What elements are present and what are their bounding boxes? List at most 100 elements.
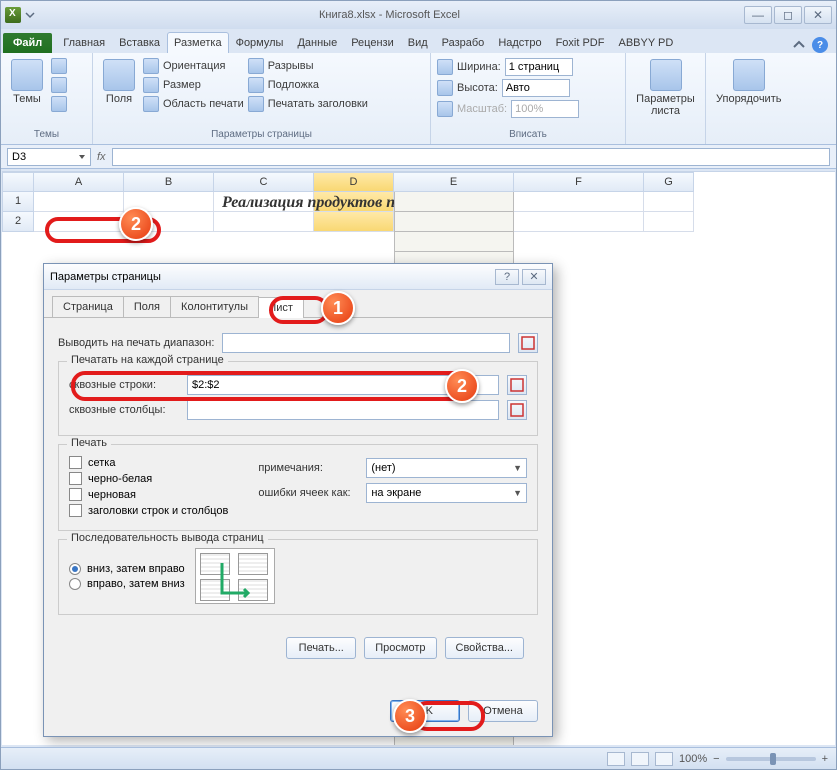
zoom-in-button[interactable]: + — [822, 753, 828, 765]
col-header-d[interactable]: D — [314, 172, 394, 192]
select-all-corner[interactable] — [2, 172, 34, 192]
file-tab[interactable]: Файл — [3, 33, 52, 53]
group-scale-label: Вписать — [437, 127, 619, 140]
tab-home[interactable]: Главная — [56, 32, 112, 53]
dialog-close-button[interactable]: ✕ — [522, 269, 546, 285]
dialog-tab-sheet[interactable]: Лист — [258, 297, 304, 318]
orientation-button[interactable]: Ориентация — [143, 57, 244, 75]
margins-button[interactable]: Поля — [99, 57, 139, 107]
zoom-out-button[interactable]: − — [713, 753, 719, 765]
order-over-radio[interactable] — [69, 578, 81, 590]
height-input[interactable] — [502, 79, 570, 97]
properties-button[interactable]: Свойства... — [445, 637, 524, 659]
col-header-f[interactable]: F — [514, 172, 644, 192]
sheet-options-button[interactable]: Параметры листа — [632, 57, 699, 119]
tab-view[interactable]: Вид — [401, 32, 435, 53]
tab-page-layout[interactable]: Разметка — [167, 32, 229, 53]
theme-colors-button[interactable] — [51, 57, 67, 75]
tab-foxit[interactable]: Foxit PDF — [549, 32, 612, 53]
zoom-level: 100% — [679, 753, 707, 765]
effects-icon — [51, 96, 67, 112]
col-header-b[interactable]: B — [124, 172, 214, 192]
minimize-button[interactable]: — — [744, 6, 772, 24]
tab-data[interactable]: Данные — [290, 32, 344, 53]
themes-button[interactable]: Темы — [7, 57, 47, 107]
fx-icon[interactable]: fx — [97, 151, 106, 163]
cols-repeat-input[interactable] — [187, 400, 499, 420]
page-break-view-button[interactable] — [655, 752, 673, 766]
page-layout-view-button[interactable] — [631, 752, 649, 766]
tab-review[interactable]: Рецензи — [344, 32, 401, 53]
cols-repeat-label: сквозные столбцы: — [69, 404, 179, 416]
dialog-help-button[interactable]: ? — [495, 269, 519, 285]
cols-repeat-picker-button[interactable] — [507, 400, 527, 420]
dialog-titlebar[interactable]: Параметры страницы ? ✕ — [44, 264, 552, 290]
callout-1: 1 — [321, 291, 355, 325]
width-input[interactable] — [505, 58, 573, 76]
minimize-ribbon-icon[interactable] — [792, 38, 806, 52]
callout-3: 3 — [393, 699, 427, 733]
dialog-tabs: Страница Поля Колонтитулы Лист — [44, 290, 552, 318]
bw-checkbox[interactable] — [69, 472, 82, 485]
tab-developer[interactable]: Разрабо — [435, 32, 492, 53]
theme-effects-button[interactable] — [51, 95, 67, 113]
formula-input[interactable] — [112, 148, 830, 166]
col-header-a[interactable]: A — [34, 172, 124, 192]
col-header-c[interactable]: C — [214, 172, 314, 192]
maximize-button[interactable]: ◻ — [774, 6, 802, 24]
print-area-button[interactable]: Область печати — [143, 95, 244, 113]
name-box[interactable]: D3 — [7, 148, 91, 166]
size-button[interactable]: Размер — [143, 76, 244, 94]
qat-dropdown-icon[interactable] — [25, 10, 35, 20]
normal-view-button[interactable] — [607, 752, 625, 766]
titlebar: Книга8.xlsx - Microsoft Excel — ◻ ✕ — [1, 1, 836, 29]
order-group-label: Последовательность вывода страниц — [67, 532, 268, 544]
order-over-label: вправо, затем вниз — [87, 578, 185, 590]
tab-insert[interactable]: Вставка — [112, 32, 167, 53]
sheet-options-label: Параметры листа — [636, 93, 695, 117]
comments-label: примечания: — [258, 462, 358, 474]
breaks-button[interactable]: Разрывы — [248, 57, 368, 75]
help-icon[interactable]: ? — [812, 37, 828, 53]
height-icon — [437, 80, 453, 96]
background-button[interactable]: Подложка — [248, 76, 368, 94]
zoom-slider[interactable] — [726, 757, 816, 761]
width-label: Ширина: — [457, 61, 501, 73]
row-header-1[interactable]: 1 — [2, 192, 34, 212]
headings-checkbox-label: заголовки строк и столбцов — [88, 505, 228, 517]
col-header-e[interactable]: E — [394, 172, 514, 192]
excel-icon — [5, 7, 21, 23]
dialog-tab-page[interactable]: Страница — [52, 296, 124, 317]
order-down-radio[interactable] — [69, 563, 81, 575]
print-titles-button[interactable]: Печатать заголовки — [248, 95, 368, 113]
order-down-label: вниз, затем вправо — [87, 563, 185, 575]
scale-label: Масштаб: — [457, 103, 507, 115]
dialog-tab-margins[interactable]: Поля — [123, 296, 171, 317]
col-header-g[interactable]: G — [644, 172, 694, 192]
grid-checkbox[interactable] — [69, 456, 82, 469]
arrange-button[interactable]: Упорядочить — [712, 57, 785, 107]
comments-select[interactable]: (нет)▼ — [366, 458, 527, 478]
close-button[interactable]: ✕ — [804, 6, 832, 24]
arrange-icon — [733, 59, 765, 91]
print-range-label: Выводить на печать диапазон: — [58, 337, 214, 349]
tab-addins[interactable]: Надстро — [491, 32, 548, 53]
rows-repeat-picker-button[interactable] — [507, 375, 527, 395]
namebox-dropdown-icon[interactable] — [78, 153, 86, 161]
print-range-input[interactable] — [222, 333, 510, 353]
print-button[interactable]: Печать... — [286, 637, 356, 659]
headings-checkbox[interactable] — [69, 504, 82, 517]
errors-select[interactable]: на экране▼ — [366, 483, 527, 503]
tab-abbyy[interactable]: ABBYY PD — [611, 32, 680, 53]
draft-checkbox[interactable] — [69, 488, 82, 501]
preview-button[interactable]: Просмотр — [364, 637, 436, 659]
cancel-button[interactable]: Отмена — [468, 700, 538, 722]
dialog-tab-headers[interactable]: Колонтитулы — [170, 296, 259, 317]
callout-2b: 2 — [445, 369, 479, 403]
theme-fonts-button[interactable] — [51, 76, 67, 94]
row-header-2[interactable]: 2 — [2, 212, 34, 232]
tab-formulas[interactable]: Формулы — [229, 32, 291, 53]
app-window: Книга8.xlsx - Microsoft Excel — ◻ ✕ Файл… — [0, 0, 837, 770]
print-range-picker-button[interactable] — [518, 333, 538, 353]
themes-icon — [11, 59, 43, 91]
